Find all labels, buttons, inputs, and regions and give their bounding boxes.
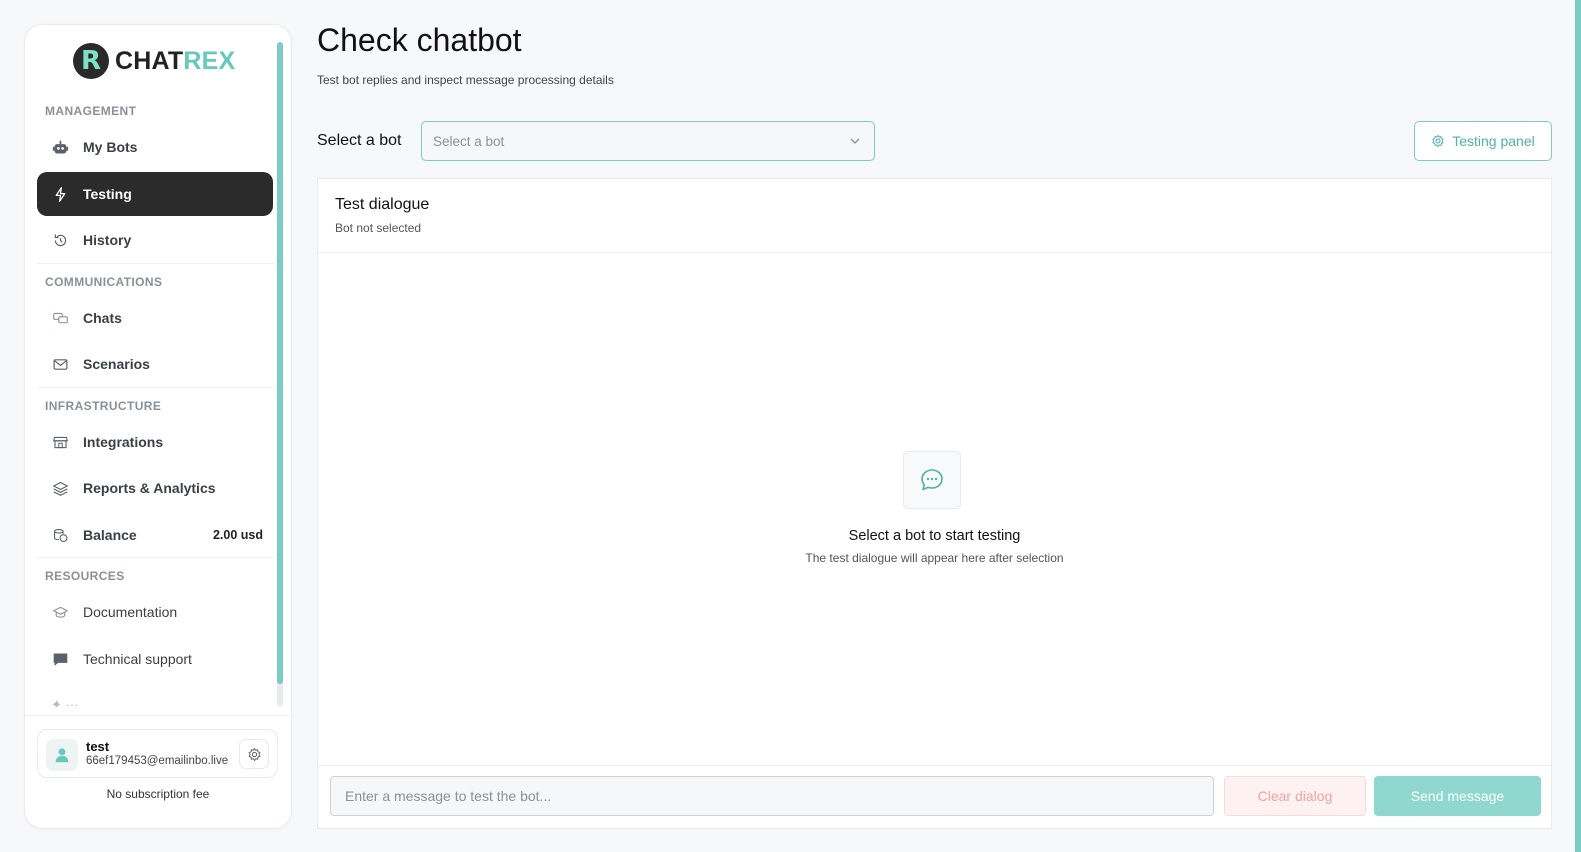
- page-subtitle: Test bot replies and inspect message pro…: [317, 73, 614, 87]
- sidebar-scrollbar[interactable]: [277, 42, 283, 706]
- sidebar: R CHATREX MANAGEMENT My Bots Testing His…: [24, 24, 292, 829]
- sidebar-item-label: Testing: [83, 186, 132, 202]
- logo-wordmark: CHATREX: [115, 46, 236, 75]
- sidebar-item-label: Chats: [83, 310, 122, 326]
- sidebar-item-label: Technical support: [83, 651, 192, 667]
- robot-icon: [51, 138, 69, 156]
- store-icon: [51, 433, 69, 451]
- logo-mark: R: [73, 43, 109, 79]
- user-card[interactable]: test 66ef179453@emailinbo.live: [37, 729, 278, 778]
- test-dialogue-panel: Test dialogue Bot not selected Select a …: [317, 178, 1552, 829]
- gear-icon: [1432, 134, 1444, 148]
- sidebar-item-documentation[interactable]: Documentation: [37, 590, 273, 634]
- section-label-communications: COMMUNICATIONS: [45, 275, 163, 289]
- user-settings-button[interactable]: [239, 739, 269, 769]
- coins-icon: [51, 526, 69, 544]
- divider: [37, 387, 273, 388]
- divider: [25, 715, 291, 716]
- sidebar-item-label: Documentation: [83, 604, 178, 620]
- sidebar-item-label: Balance: [83, 527, 137, 543]
- message-square-icon: [51, 650, 69, 668]
- page-title: Check chatbot: [317, 22, 522, 58]
- bot-select-label: Select a bot: [317, 132, 402, 149]
- send-message-button[interactable]: Send message: [1374, 776, 1541, 816]
- clock-icon: [51, 231, 69, 249]
- empty-state-subtitle: The test dialogue will appear here after…: [805, 551, 1064, 565]
- sidebar-item-label: Reports & Analytics: [83, 480, 216, 496]
- sidebar-item-label: My Bots: [83, 139, 138, 155]
- sidebar-item-reports[interactable]: Reports & Analytics: [37, 466, 273, 510]
- sidebar-item-support[interactable]: Technical support: [37, 637, 273, 681]
- layers-icon: [51, 479, 69, 497]
- dialogue-header: Test dialogue Bot not selected: [318, 179, 1551, 253]
- sidebar-item-label: Integrations: [83, 434, 164, 450]
- sidebar-item-history[interactable]: History: [37, 218, 273, 262]
- sidebar-item-balance[interactable]: Balance 2.00 usd: [37, 513, 273, 557]
- divider: [37, 263, 273, 264]
- dialogue-title: Test dialogue: [335, 196, 430, 213]
- sidebar-item-integrations[interactable]: Integrations: [37, 420, 273, 464]
- bot-select-placeholder: Select a bot: [433, 133, 505, 149]
- user-name: test: [86, 739, 110, 754]
- brand-logo[interactable]: R CHATREX: [73, 42, 235, 80]
- right-edge-accent: [1575, 0, 1581, 852]
- user-avatar-icon: [46, 739, 78, 771]
- testing-panel-button[interactable]: Testing panel: [1414, 121, 1552, 161]
- divider: [37, 557, 273, 558]
- chat-bubbles-icon: [51, 309, 69, 327]
- dialogue-status: Bot not selected: [335, 221, 422, 235]
- sidebar-item-label: Scenarios: [83, 356, 150, 372]
- sidebar-item-label: History: [83, 232, 132, 248]
- sidebar-item-scenarios[interactable]: Scenarios: [37, 342, 273, 386]
- sidebar-scrollbar-thumb[interactable]: [277, 42, 283, 684]
- empty-state-title: Select a bot to start testing: [848, 528, 1021, 544]
- user-email: 66ef179453@emailinbo.live: [86, 755, 229, 767]
- graduation-cap-icon: [51, 603, 69, 621]
- balance-value: 2.00 usd: [212, 528, 263, 542]
- cut-off-nav-item: ✦ ···: [51, 697, 79, 707]
- subscription-status: No subscription fee: [106, 787, 210, 801]
- sidebar-item-chats[interactable]: Chats: [37, 296, 273, 340]
- chat-bubble-icon: [903, 451, 961, 509]
- testing-panel-label: Testing panel: [1452, 133, 1535, 149]
- chevron-down-icon: [850, 138, 860, 144]
- gear-icon: [248, 747, 260, 761]
- sidebar-item-my-bots[interactable]: My Bots: [37, 125, 273, 169]
- sidebar-item-testing[interactable]: Testing: [37, 172, 273, 216]
- message-composer: Clear dialog Send message: [318, 765, 1551, 828]
- message-input[interactable]: [330, 776, 1214, 816]
- envelope-icon: [51, 355, 69, 373]
- section-label-resources: RESOURCES: [45, 569, 125, 583]
- section-label-infrastructure: INFRASTRUCTURE: [45, 399, 162, 413]
- section-label-management: MANAGEMENT: [45, 104, 137, 118]
- clear-dialog-button[interactable]: Clear dialog: [1224, 776, 1366, 816]
- bolt-icon: [51, 185, 69, 203]
- bot-select[interactable]: Select a bot: [421, 121, 875, 161]
